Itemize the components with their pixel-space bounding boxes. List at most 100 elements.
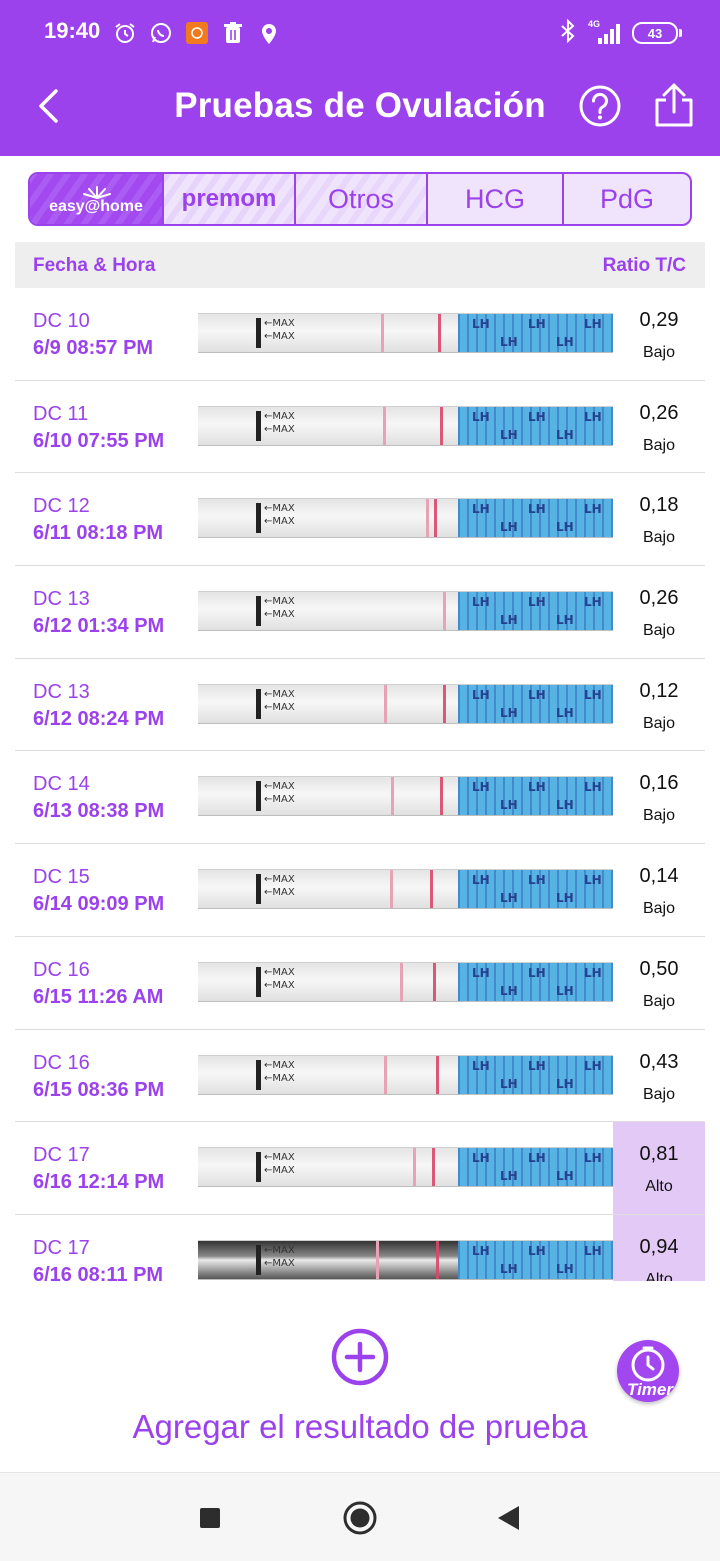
home-button[interactable] <box>343 1501 377 1535</box>
ratio-level: Bajo <box>642 714 676 732</box>
table-row[interactable]: DC 12 6/11 08:18 PM ←MAX ←MAX LH LH LH LH LH 0,18… <box>15 473 705 567</box>
mi-app-icon <box>184 20 210 46</box>
cycle-day: DC 11 <box>33 402 89 425</box>
square-icon <box>200 1508 220 1528</box>
table-row[interactable]: DC 16 6/15 08:36 PM ←MAX ←MAX LH LH LH LH LH 0,43… <box>15 1030 705 1123</box>
strip-max-text: ←MAX ←MAX <box>264 1152 295 1177</box>
ratio-value: 0,14 <box>639 865 679 888</box>
cycle-day: DC 16 <box>33 1051 90 1074</box>
table-row[interactable]: DC 10 6/9 08:57 PM ←MAX ←MAX LH LH LH LH LH 0,29 B… <box>15 288 705 381</box>
test-line <box>381 314 384 352</box>
tab-pdg-label: PdG <box>599 183 655 214</box>
trash-icon <box>220 20 246 46</box>
test-datetime: 6/16 12:14 PM <box>33 1171 165 1194</box>
tab-otros[interactable]: Otros <box>294 174 426 224</box>
strip-handle: LH LH LH LH LH <box>458 592 613 631</box>
home-circle-icon <box>343 1501 377 1535</box>
share-button[interactable] <box>652 82 696 128</box>
ratio-level: Bajo <box>642 900 676 918</box>
test-datetime: 6/16 08:11 PM <box>33 1263 164 1281</box>
test-line <box>413 1148 416 1187</box>
tab-hcg[interactable]: HCG <box>426 174 562 224</box>
test-strip-photo: ←MAX ←MAX LH LH LH LH LH <box>198 405 613 446</box>
table-row[interactable]: DC 13 6/12 08:24 PM ←MAX ←MAX LH LH LH LH LH 0,12… <box>15 659 705 752</box>
table-header: Fecha & Hora Ratio T/C <box>15 242 705 288</box>
help-button[interactable] <box>578 84 622 128</box>
table-row[interactable]: DC 13 6/12 01:34 PM ←MAX ←MAX LH LH LH LH LH 0,26… <box>15 566 705 659</box>
timer-button[interactable]: Timer <box>617 1340 679 1402</box>
cycle-day: DC 13 <box>33 680 90 703</box>
test-strip-photo: ←MAX ←MAX LH LH LH LH LH <box>198 869 613 910</box>
strip-max-mark <box>256 966 261 997</box>
tab-pdg[interactable]: PdG <box>562 174 690 224</box>
test-line <box>383 406 386 445</box>
table-row[interactable]: DC 14 6/13 08:38 PM ←MAX ←MAX LH LH LH LH LH 0,16… <box>15 751 705 845</box>
table-row[interactable]: DC 17 6/16 08:11 PM ←MAX ←MAX LH LH LH LH LH 0,94… <box>15 1214 705 1281</box>
ratio-cell: 0,14 Bajo <box>613 844 705 936</box>
strip-max-mark <box>256 410 261 441</box>
test-datetime: 6/13 08:38 PM <box>33 800 165 823</box>
strip-max-mark <box>256 596 261 627</box>
table-row[interactable]: DC 15 6/14 09:09 PM ←MAX ←MAX LH LH LH LH LH 0,14… <box>15 844 705 937</box>
test-results-list[interactable]: DC 10 6/9 08:57 PM ←MAX ←MAX LH LH LH LH LH 0,29 B… <box>15 288 705 1281</box>
strip-max-text: ←MAX ←MAX <box>264 688 295 713</box>
recent-apps-button[interactable] <box>193 1501 227 1535</box>
column-ratio: Ratio T/C <box>602 255 686 276</box>
cycle-day: DC 14 <box>33 773 90 796</box>
signal-icon: 4G <box>588 19 620 45</box>
ratio-level: Alto <box>645 1270 673 1281</box>
ratio-value: 0,81 <box>639 1143 679 1166</box>
test-datetime: 6/10 07:55 PM <box>33 429 165 452</box>
table-row[interactable]: DC 17 6/16 12:14 PM ←MAX ←MAX LH LH LH LH LH 0,81… <box>15 1122 705 1215</box>
control-line <box>440 777 443 816</box>
tab-premom[interactable]: premom <box>162 174 294 224</box>
strip-max-mark <box>256 318 261 348</box>
bluetooth-icon <box>560 18 576 48</box>
strip-max-text: ←MAX ←MAX <box>264 503 295 528</box>
strip-max-text: ←MAX ←MAX <box>264 1244 295 1269</box>
control-line <box>436 1055 439 1094</box>
cycle-day: DC 17 <box>33 1144 90 1167</box>
control-line <box>433 962 436 1001</box>
ratio-level: Bajo <box>642 529 676 547</box>
table-row[interactable]: DC 16 6/15 11:26 AM ←MAX ←MAX LH LH LH LH LH 0,50… <box>15 937 705 1030</box>
strip-max-text: ←MAX ←MAX <box>264 410 295 435</box>
tab-easy-home[interactable]: easy@home <box>30 174 162 224</box>
tab-easy-home-label: easy@home <box>49 198 143 215</box>
test-line <box>443 592 446 631</box>
table-row[interactable]: DC 11 6/10 07:55 PM ←MAX ←MAX LH LH LH LH LH 0,26… <box>15 381 705 474</box>
add-result-label[interactable]: Agregar el resultado de prueba <box>0 1408 720 1446</box>
test-line <box>376 1240 379 1279</box>
control-line <box>440 406 443 445</box>
ratio-value: 0,26 <box>639 401 679 424</box>
test-strip-photo: ←MAX ←MAX LH LH LH LH LH <box>198 776 613 817</box>
ratio-cell: 0,43 Bajo <box>613 1030 705 1122</box>
ratio-value: 0,94 <box>639 1235 679 1258</box>
test-line <box>390 870 393 909</box>
back-nav-button[interactable] <box>491 1501 525 1535</box>
triangle-back-icon <box>498 1506 519 1530</box>
strip-handle: LH LH LH LH LH <box>458 499 613 538</box>
test-datetime: 6/14 09:09 PM <box>33 893 165 916</box>
ratio-value: 0,12 <box>639 679 679 702</box>
control-line <box>443 684 446 723</box>
ratio-cell: 0,12 Bajo <box>613 659 705 751</box>
strip-handle: LH LH LH LH LH <box>458 1055 613 1094</box>
control-line <box>434 499 437 538</box>
ratio-level: Bajo <box>642 1085 676 1103</box>
add-result-button[interactable] <box>331 1328 389 1386</box>
test-strip-photo: ←MAX ←MAX LH LH LH LH LH <box>198 961 613 1002</box>
strip-handle: LH LH LH LH LH <box>458 870 613 909</box>
strip-max-text: ←MAX ←MAX <box>264 874 295 899</box>
strip-max-text: ←MAX ←MAX <box>264 781 295 806</box>
control-line <box>438 314 441 352</box>
ratio-value: 0,18 <box>639 494 679 517</box>
strip-max-text: ←MAX ←MAX <box>264 1059 295 1084</box>
column-date-time: Fecha & Hora <box>33 255 156 276</box>
strip-handle: LH LH LH LH LH <box>458 962 613 1001</box>
ratio-level: Bajo <box>642 622 676 640</box>
strip-max-text: ←MAX ←MAX <box>264 966 295 991</box>
test-line <box>391 777 394 816</box>
ratio-cell: 0,26 Bajo <box>613 381 705 473</box>
system-icons: 4G 43 <box>560 18 682 48</box>
